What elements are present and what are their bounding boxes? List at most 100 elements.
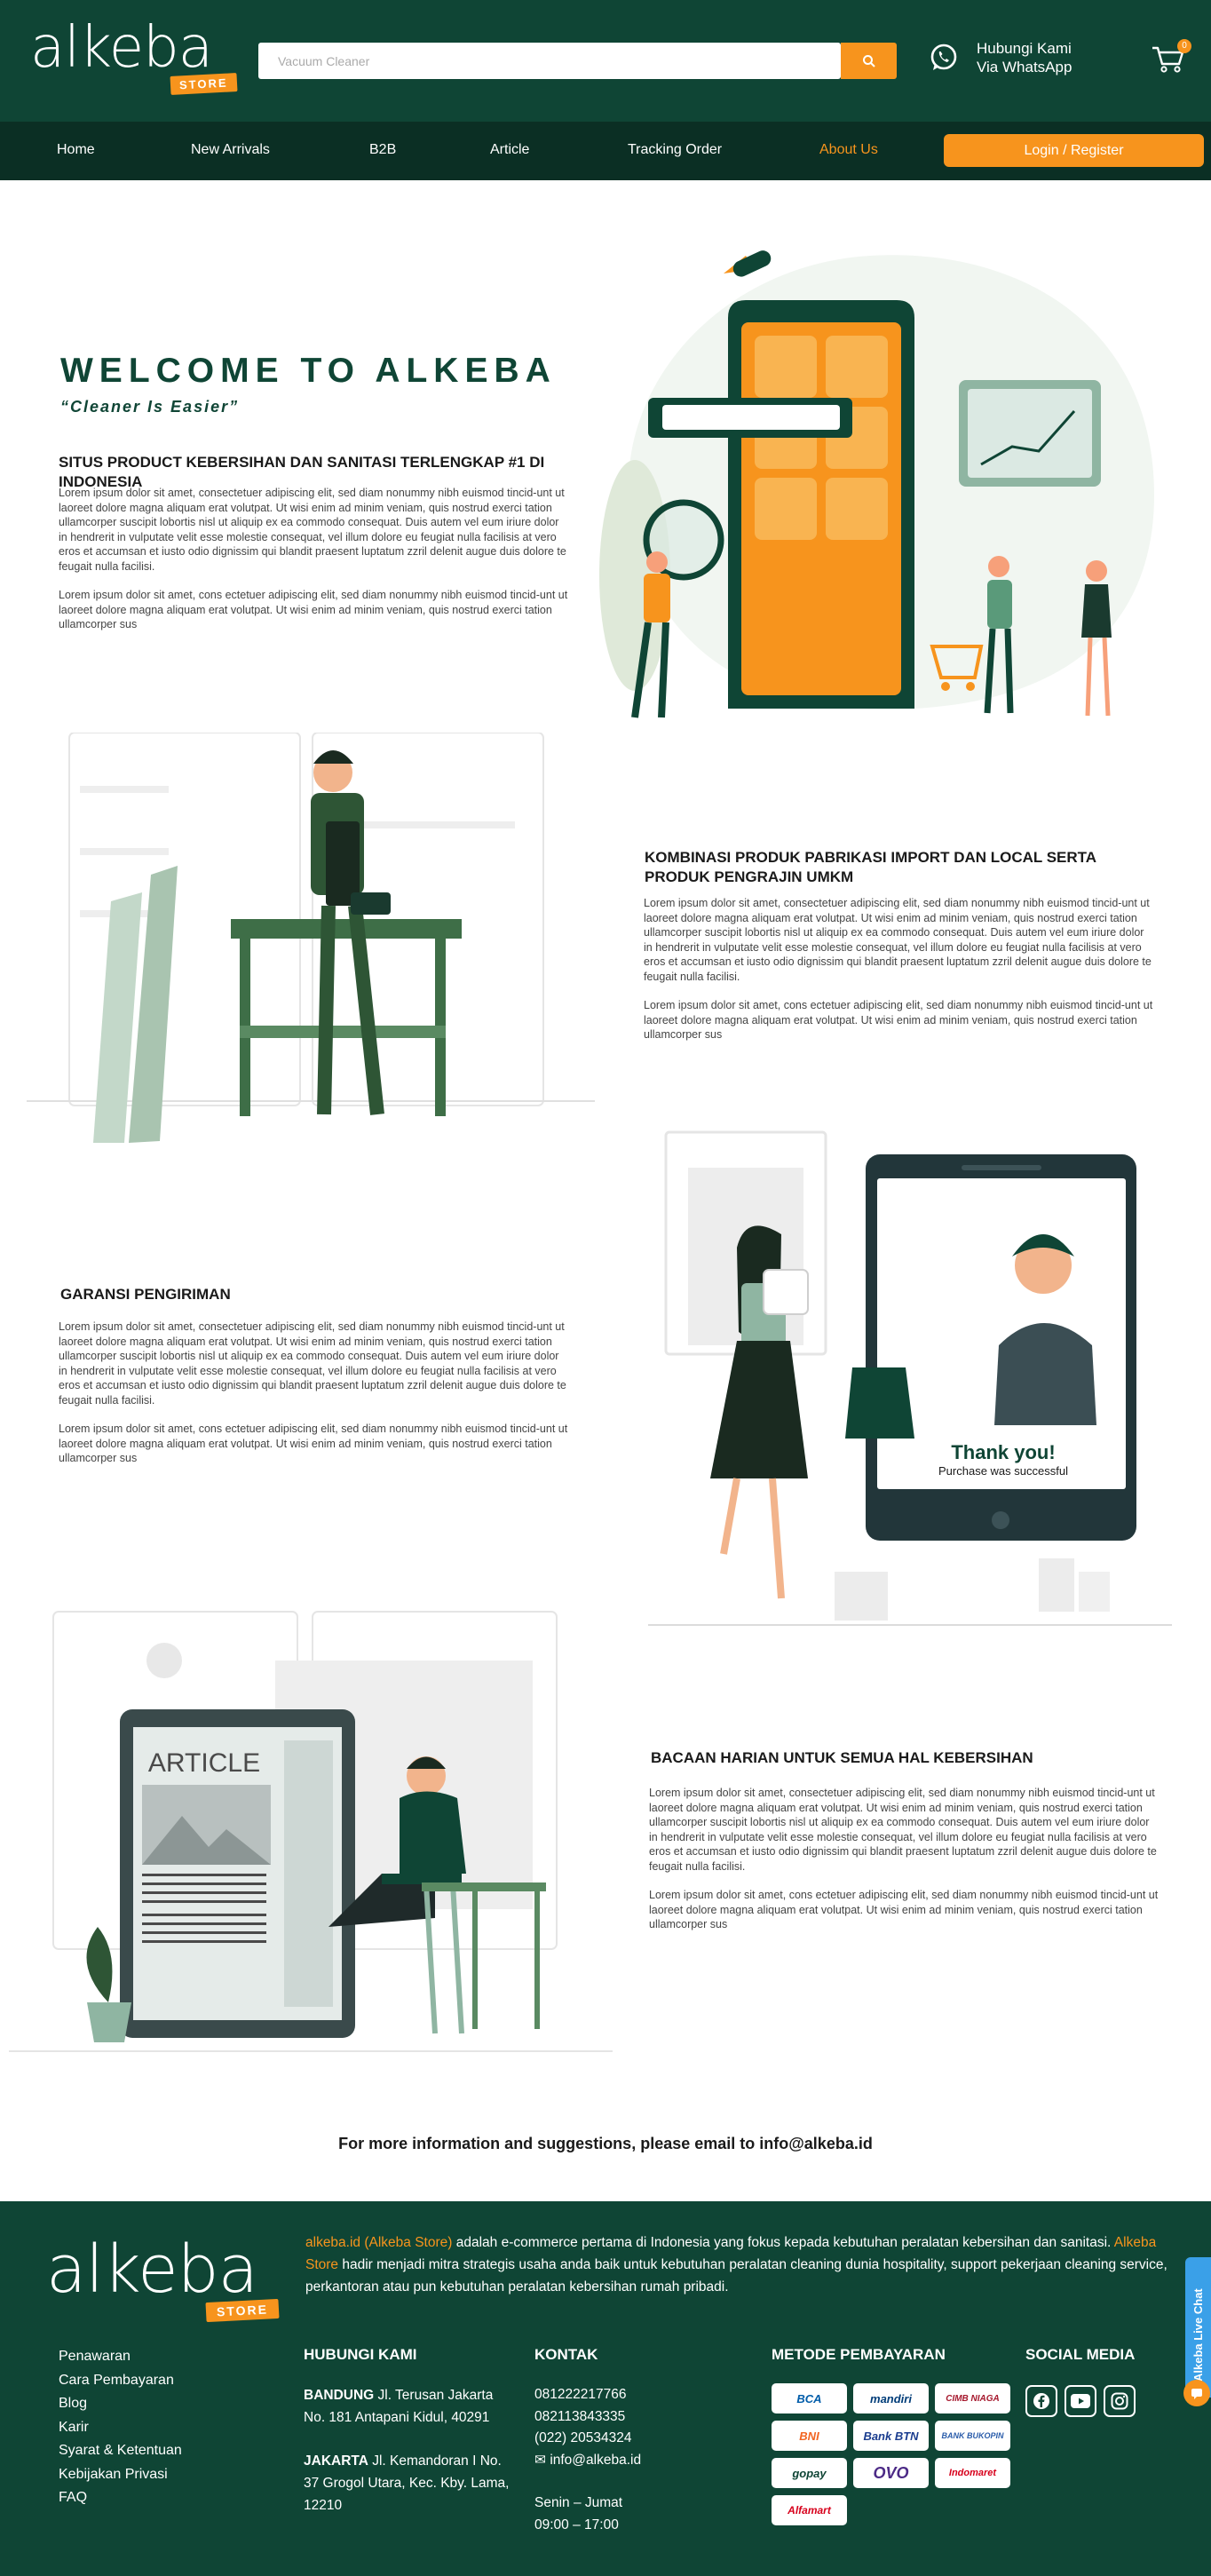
bandung-label: BANDUNG [304,2388,375,2403]
payment-bca: BCA [772,2383,847,2414]
site-header: alkeba STORE Hubungi Kami Via WhatsApp 0 [0,0,1211,122]
footer-link-syarat[interactable]: Syarat & Ketentuan [59,2439,182,2463]
nav-new-arrivals[interactable]: New Arrivals [191,142,270,158]
youtube-link[interactable] [1065,2385,1096,2417]
contact-email-line: For more information and suggestions, pl… [338,2135,873,2152]
article-label-text: ARTICLE [148,1748,260,1778]
facebook-link[interactable] [1025,2385,1057,2417]
section-4-body: Lorem ipsum dolor sit amet, consectetuer… [649,1786,1160,1946]
footer-link-penawaran[interactable]: Penawaran [59,2345,182,2369]
hours-days: Senin – Jumat [534,2495,623,2510]
search-icon [862,54,875,67]
purchase-success-text: Purchase was successful [938,1464,1068,1478]
search-button[interactable] [841,43,897,79]
nav-article[interactable]: Article [490,142,529,158]
footer-logo-text: alkeba [46,2231,258,2308]
payment-title: METODE PEMBAYARAN [772,2346,946,2363]
welcome-tagline: “Cleaner Is Easier” [60,398,240,416]
footer-link-kebijakan[interactable]: Kebijakan Privasi [59,2463,182,2487]
section-1-body: Lorem ipsum dolor sit amet, consectetuer… [59,486,570,646]
nav-tracking-order[interactable]: Tracking Order [628,142,722,158]
footer-desc-part1: adalah e-commerce pertama di Indonesia y… [452,2235,1114,2250]
footer-logo[interactable]: alkeba STORE [46,2231,280,2326]
live-chat-label: Alkeba Live Chat [1191,2288,1205,2382]
chat-bubble-button[interactable] [1183,2380,1210,2406]
welcome-title: WELCOME TO ALKEBA [60,352,557,390]
footer-link-karir[interactable]: Karir [59,2416,182,2440]
whatsapp-line1: Hubungi Kami [977,40,1072,57]
address-jakarta: JAKARTA Jl. Kemandoran I No. 37 Grogol U… [304,2450,517,2517]
site-logo[interactable]: alkeba STORE [30,15,238,99]
craftsman-illustration [27,733,595,1143]
payment-gopay: gopay [772,2458,847,2488]
nav-about-us[interactable]: About Us [819,142,878,158]
main-nav: Home New Arrivals B2B Article Tracking O… [0,122,1211,180]
section-3-paragraph-2: Lorem ipsum dolor sit amet, cons ectetue… [59,1423,568,1464]
section-1-paragraph-1: Lorem ipsum dolor sit amet, consectetuer… [59,487,566,573]
footer-desc-part2: hadir menjadi mitra strategis usaha anda… [305,2257,1167,2295]
logo-text: alkeba [30,15,213,81]
payment-bukopin: BANK BUKOPIN [935,2421,1010,2451]
footer-description: alkeba.id (Alkeba Store) adalah e-commer… [305,2231,1184,2298]
online-shop-illustration [599,250,1154,718]
whatsapp-contact[interactable]: Hubungi Kami Via WhatsApp [929,39,1072,76]
login-register-button[interactable]: Login / Register [944,134,1204,167]
nav-b2b[interactable]: B2B [369,142,396,158]
nav-home[interactable]: Home [57,142,95,158]
live-chat-tab[interactable]: Alkeba Live Chat [1185,2257,1211,2398]
section-2-title: KOMBINASI PRODUK PABRIKASI IMPORT DAN LO… [645,849,1096,885]
delivery-illustration: Thank you! Purchase was successful [648,1130,1172,1626]
section-4-title: BACAAN HARIAN UNTUK SEMUA HAL KEBERSIHAN [651,1749,1033,1766]
phone-3[interactable]: (022) 20534324 [534,2428,641,2450]
search-input[interactable] [258,43,841,79]
footer-store-name: (Alkeba Store) [364,2235,453,2250]
article-reader-illustration: ARTICLE [9,1611,613,2052]
logo-store-badge: STORE [170,73,238,95]
youtube-icon [1071,2394,1090,2408]
kontak-title: KONTAK [534,2346,598,2363]
footer-email[interactable]: ✉ info@alkeba.id [534,2450,641,2472]
section-3-paragraph-1: Lorem ipsum dolor sit amet, consectetuer… [59,1320,566,1407]
phone-2[interactable]: 082113843335 [534,2406,641,2429]
footer-site-link[interactable]: alkeba.id [305,2235,360,2250]
instagram-link[interactable] [1104,2385,1136,2417]
payment-cimb: CIMB NIAGA [935,2383,1010,2414]
social-title: SOCIAL MEDIA [1025,2346,1136,2363]
section-4-paragraph-2: Lorem ipsum dolor sit amet, cons ectetue… [649,1889,1159,1930]
payment-alfamart: Alfamart [772,2495,847,2525]
site-footer: alkeba STORE alkeba.id (Alkeba Store) ad… [0,2201,1211,2576]
cart-count-badge: 0 [1177,39,1191,53]
social-links [1025,2385,1136,2417]
payment-btn: Bank BTN [853,2421,929,2451]
cart-button[interactable]: 0 [1151,39,1191,76]
footer-logo-store-badge: STORE [205,2298,280,2323]
section-2-body: Lorem ipsum dolor sit amet, consectetuer… [644,896,1155,1057]
phone-1[interactable]: 081222217766 [534,2384,641,2406]
footer-link-cara-pembayaran[interactable]: Cara Pembayaran [59,2369,182,2393]
footer-contact: 081222217766 082113843335 (022) 20534324… [534,2384,641,2536]
address-bandung: BANDUNG Jl. Terusan Jakarta No. 181 Anta… [304,2384,517,2429]
section-3-body: Lorem ipsum dolor sit amet, consectetuer… [59,1320,570,1480]
section-3-title: GARANSI PENGIRIMAN [60,1286,231,1303]
hubungi-title: HUBUNGI KAMI [304,2346,417,2363]
whatsapp-line2: Via WhatsApp [977,59,1072,75]
jakarta-label: JAKARTA [304,2453,368,2469]
whatsapp-icon [930,44,957,70]
footer-link-blog[interactable]: Blog [59,2392,182,2416]
section-2-paragraph-1: Lorem ipsum dolor sit amet, consectetuer… [644,897,1152,983]
section-2-paragraph-2: Lorem ipsum dolor sit amet, cons ectetue… [644,999,1153,1041]
payment-bni: BNI [772,2421,847,2451]
hours-time: 09:00 – 17:00 [534,2517,619,2532]
footer-links: Penawaran Cara Pembayaran Blog Karir Sya… [59,2345,182,2510]
footer-email-text: info@alkeba.id [550,2452,642,2468]
payment-indomaret: Indomaret [935,2458,1010,2488]
section-4-paragraph-1: Lorem ipsum dolor sit amet, consectetuer… [649,1787,1157,1873]
chat-icon [1191,2389,1202,2399]
instagram-icon [1111,2392,1128,2410]
thank-you-text: Thank you! [951,1441,1055,1463]
mail-icon: ✉ [534,2452,546,2468]
payment-ovo: OVO [853,2458,929,2488]
footer-link-faq[interactable]: FAQ [59,2486,182,2510]
search-box [258,43,841,79]
section-1-paragraph-2: Lorem ipsum dolor sit amet, cons ectetue… [59,589,568,630]
